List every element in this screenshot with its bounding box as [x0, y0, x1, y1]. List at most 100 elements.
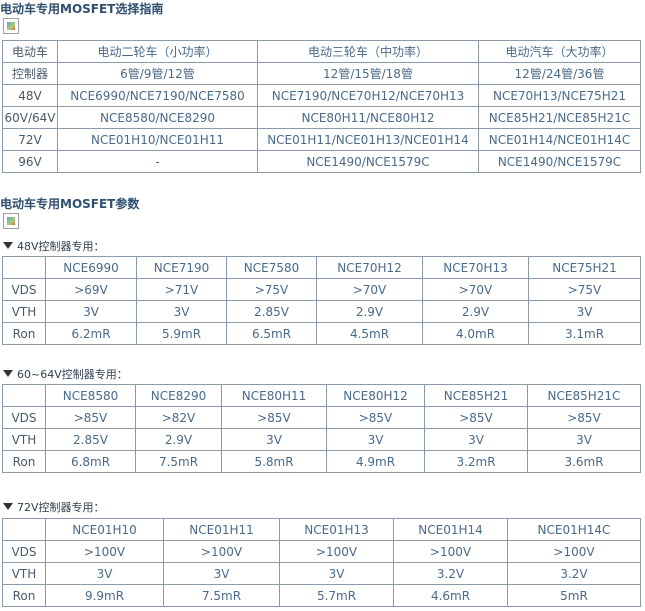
part-header-row: NCE8580 NCE8290 NCE80H11 NCE80H12 NCE85H21 NC…	[2, 384, 641, 407]
params-title: 电动车专用MOSFET参数	[0, 197, 140, 211]
broken-image-icon	[3, 213, 19, 229]
param-value: 6.2mR	[45, 322, 137, 345]
param-value: 3V	[221, 428, 327, 451]
param-value: >85V	[527, 406, 641, 429]
part-number-header: NCE01H13	[279, 518, 394, 541]
part-number-header: NCE8290	[135, 384, 222, 407]
part-number-header: NCE75H21	[528, 256, 641, 279]
selection-guide-title: 电动车专用MOSFET选择指南	[0, 2, 164, 16]
param-value: >100V	[45, 540, 164, 563]
table-cell: 12管/15管/18管	[257, 62, 479, 85]
param-value: 2.9V	[422, 300, 529, 323]
part-number-header: NCE01H10	[45, 518, 164, 541]
column-header: 电动汽车（大功率）	[478, 40, 641, 63]
part-number-header: NCE70H12	[316, 256, 423, 279]
param-value: >75V	[226, 278, 317, 301]
table-row: 60V/64V NCE8580/NCE8290 NCE80H11/NCE80H12 N…	[2, 106, 641, 129]
part-number-header: NCE7580	[226, 256, 317, 279]
table-cell: NCE6990/NCE7190/NCE7580	[57, 84, 258, 107]
table-row: 控制器 6管/9管/12管 12管/15管/18管 12管/24管/36管	[2, 62, 641, 85]
params-table-60-64v: NCE8580 NCE8290 NCE80H11 NCE80H12 NCE85H21 NC…	[2, 384, 641, 473]
part-header-row: NCE01H10 NCE01H11 NCE01H13 NCE01H14 NCE01H14…	[2, 518, 641, 541]
param-value: >71V	[136, 278, 227, 301]
param-value: >75V	[528, 278, 641, 301]
param-name: VTH	[2, 300, 46, 323]
group-label-text: 60~64V控制器专用：	[17, 368, 128, 381]
table-cell: NCE85H21/NCE85H21C	[478, 106, 641, 129]
part-number-header: NCE01H11	[163, 518, 280, 541]
param-name: VTH	[2, 562, 46, 585]
param-value: 3V	[45, 300, 137, 323]
param-value: 2.9V	[316, 300, 423, 323]
param-row: Ron 6.2mR 5.9mR 6.5mR 4.5mR 4.0mR 3.1mR	[2, 322, 641, 345]
param-row: VDS >100V >100V >100V >100V >100V	[2, 540, 641, 563]
corner-cell	[2, 518, 46, 541]
param-value: 3V	[424, 428, 528, 451]
param-row: Ron 9.9mR 7.5mR 5.7mR 4.6mR 5mR	[2, 584, 641, 607]
table-cell: 6管/9管/12管	[57, 62, 258, 85]
param-name: Ron	[2, 322, 46, 345]
table-cell: -	[57, 150, 258, 173]
part-number-header: NCE7190	[136, 256, 227, 279]
param-value: >85V	[326, 406, 425, 429]
row-header: 48V	[2, 84, 58, 107]
param-value: 5mR	[507, 584, 641, 607]
param-value: 3V	[279, 562, 394, 585]
table-cell: 12管/24管/36管	[478, 62, 641, 85]
param-value: >85V	[424, 406, 528, 429]
part-number-header: NCE80H12	[326, 384, 425, 407]
part-header-row: NCE6990 NCE7190 NCE7580 NCE70H12 NCE70H13 NCE…	[2, 256, 641, 279]
param-value: 3V	[163, 562, 280, 585]
param-value: 3V	[528, 300, 641, 323]
param-row: VDS >85V >82V >85V >85V >85V >85V	[2, 406, 641, 429]
table-row: 96V - NCE1490/NCE1579C NCE1490/NCE1579C	[2, 150, 641, 173]
param-value: >70V	[422, 278, 529, 301]
param-row: VTH 2.85V 2.9V 3V 3V 3V 3V	[2, 428, 641, 451]
table-cell: NCE01H14/NCE01H14C	[478, 128, 641, 151]
part-number-header: NCE01H14	[393, 518, 508, 541]
triangle-down-icon	[3, 503, 13, 510]
param-value: 4.9mR	[326, 450, 425, 473]
part-number-header: NCE85H21	[424, 384, 528, 407]
column-header: 电动车	[2, 40, 58, 63]
column-header: 电动三轮车（中功率）	[257, 40, 479, 63]
param-value: 5.8mR	[221, 450, 327, 473]
params-table-48v: NCE6990 NCE7190 NCE7580 NCE70H12 NCE70H13 NCE…	[2, 256, 641, 345]
group-label-72v: 72V控制器专用：	[3, 499, 105, 515]
param-name: Ron	[2, 584, 46, 607]
param-name: VDS	[2, 278, 46, 301]
table-cell: NCE7190/NCE70H12/NCE70H13	[257, 84, 479, 107]
group-label-text: 48V控制器专用：	[17, 240, 105, 253]
group-label-text: 72V控制器专用：	[17, 501, 105, 514]
table-cell: NCE80H11/NCE80H12	[257, 106, 479, 129]
table-row: 72V NCE01H10/NCE01H11 NCE01H11/NCE01H13/NC…	[2, 128, 641, 151]
row-header: 60V/64V	[2, 106, 58, 129]
param-value: 7.5mR	[163, 584, 280, 607]
param-row: VTH 3V 3V 2.85V 2.9V 2.9V 3V	[2, 300, 641, 323]
param-name: VDS	[2, 540, 46, 563]
corner-cell	[2, 256, 46, 279]
part-number-header: NCE70H13	[422, 256, 529, 279]
row-header: 96V	[2, 150, 58, 173]
param-value: 4.5mR	[316, 322, 423, 345]
table-cell: NCE01H11/NCE01H13/NCE01H14	[257, 128, 479, 151]
param-value: >70V	[316, 278, 423, 301]
param-value: >100V	[393, 540, 508, 563]
group-label-48v: 48V控制器专用：	[3, 238, 105, 254]
param-value: 6.5mR	[226, 322, 317, 345]
param-value: >100V	[507, 540, 641, 563]
broken-image-icon	[3, 18, 19, 34]
part-number-header: NCE8580	[45, 384, 136, 407]
table-row: 48V NCE6990/NCE7190/NCE7580 NCE7190/NCE70H…	[2, 84, 641, 107]
param-value: 5.7mR	[279, 584, 394, 607]
group-label-60-64v: 60~64V控制器专用：	[3, 366, 128, 382]
params-table-72v: NCE01H10 NCE01H11 NCE01H13 NCE01H14 NCE01H14…	[2, 518, 641, 607]
param-name: Ron	[2, 450, 46, 473]
row-header: 72V	[2, 128, 58, 151]
param-value: 3.1mR	[528, 322, 641, 345]
param-value: >85V	[45, 406, 136, 429]
part-number-header: NCE85H21C	[527, 384, 641, 407]
param-value: 7.5mR	[135, 450, 222, 473]
param-value: 3.6mR	[527, 450, 641, 473]
param-name: VDS	[2, 406, 46, 429]
